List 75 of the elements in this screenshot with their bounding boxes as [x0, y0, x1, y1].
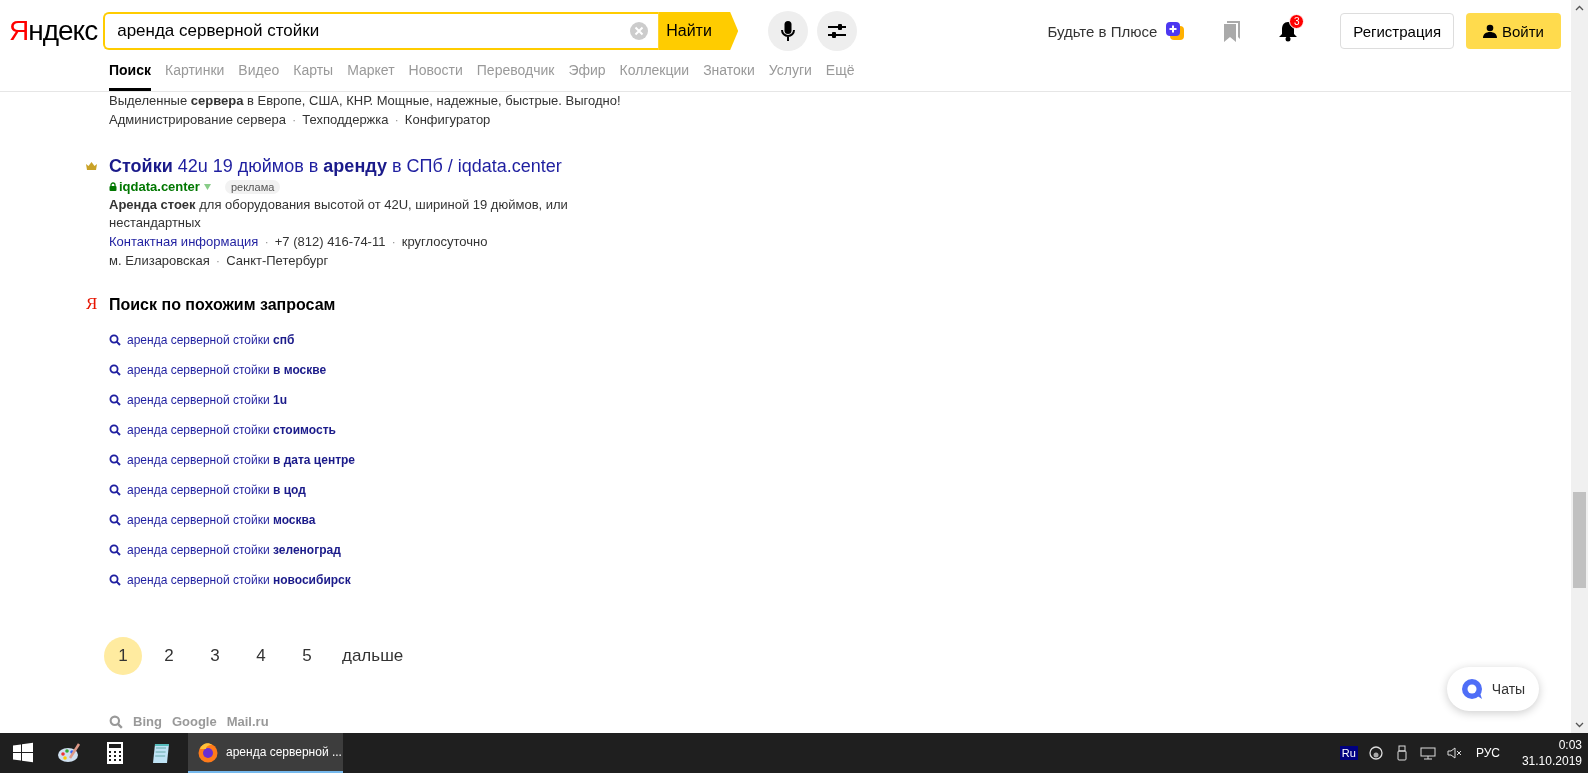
page-link[interactable]: 3 [196, 637, 234, 675]
contact-detail: +7 (812) 416-74-11 [274, 233, 386, 251]
microphone-button[interactable] [768, 11, 809, 51]
search-icon [109, 364, 121, 376]
address-text: м. Елизаровская [109, 252, 210, 270]
register-button[interactable]: Регистрация [1340, 13, 1454, 49]
yandex-icon: Я [86, 294, 98, 595]
search-icon [109, 334, 121, 346]
page-link[interactable]: 2 [150, 637, 188, 675]
related-query-link[interactable]: аренда серверной стойки спб [109, 325, 356, 355]
separator-dot: · [393, 111, 400, 129]
scrollbar-thumb[interactable] [1573, 492, 1586, 588]
input-language[interactable]: РУС [1475, 746, 1500, 760]
contact-info-link[interactable]: Контактная информация [109, 232, 259, 251]
separator-dot: · [291, 111, 298, 129]
result-title-link[interactable]: Стойки 42u 19 дюймов в аренду в СПб / iqdata.center [109, 155, 579, 177]
muted-speaker-icon[interactable] [1445, 745, 1462, 761]
lock-icon [109, 182, 117, 191]
search-icon [109, 544, 121, 556]
clock-time[interactable]: 0:03 [1558, 737, 1582, 753]
search-button[interactable]: Найти [658, 12, 739, 50]
related-query-link[interactable]: аренда серверной стойки зеленоград [109, 535, 356, 565]
search-icon [109, 394, 121, 406]
search-field[interactable]: аренда серверной стойки [103, 12, 659, 50]
ad-label: реклама [224, 179, 281, 194]
logo[interactable]: Яндекс [9, 14, 98, 48]
related-query-link[interactable]: аренда серверной стойки москва [109, 505, 356, 535]
page-link[interactable]: 5 [288, 637, 326, 675]
page-link[interactable]: 1 [104, 637, 142, 675]
network-icon[interactable] [1419, 745, 1436, 761]
language-indicator[interactable]: Ru [1339, 746, 1358, 760]
plus-icon[interactable] [1165, 21, 1186, 41]
separator-dot: · [390, 233, 397, 251]
login-button[interactable]: Войти [1466, 13, 1561, 49]
person-icon [1483, 24, 1497, 38]
palette-icon [57, 741, 81, 765]
related-query-link[interactable]: аренда серверной стойки 1u [109, 385, 356, 415]
search-icon [109, 714, 123, 729]
filter-button[interactable] [817, 11, 858, 51]
search-icon [109, 424, 121, 436]
sitelink[interactable]: Конфигуратор [404, 110, 491, 129]
sitelink[interactable]: Техподдержка [302, 110, 389, 129]
scrollbar[interactable] [1571, 0, 1588, 733]
clock-date[interactable]: 31.10.2019 [1521, 753, 1582, 769]
separator-dot: · [214, 252, 222, 270]
browser-icon [197, 741, 219, 763]
windows-start-icon [11, 741, 35, 765]
search-icon [109, 514, 121, 526]
contact-detail: круглосуточно [401, 233, 488, 251]
taskbar-window-button[interactable]: аренда серверной ... [188, 733, 343, 773]
page-link[interactable]: 4 [242, 637, 280, 675]
related-query-link[interactable]: аренда серверной стойки стоимость [109, 415, 356, 445]
result-snippet: Выделенные сервера в Европе, США, КНР. Мощные, надежные, быстрые. Выгодно! [109, 92, 621, 110]
search-icon [109, 484, 121, 496]
microphone-icon [781, 20, 796, 42]
address-text: Санкт-Петербург [226, 252, 329, 270]
next-page-link[interactable]: дальше [342, 646, 404, 666]
search-icon [109, 574, 121, 586]
related-query-link[interactable]: аренда серверной стойки в дата центре [109, 445, 356, 475]
chats-button[interactable]: Чаты [1447, 667, 1539, 711]
satellite-dish-icon[interactable] [1367, 745, 1384, 761]
sitelink[interactable]: Администрирование сервера [109, 110, 286, 129]
plus-promo-link[interactable]: Будьте в Плюсе [1047, 22, 1158, 40]
related-query-link[interactable]: аренда серверной стойки новосибирск [109, 565, 356, 595]
sliders-icon [827, 23, 848, 39]
search-icon [109, 454, 121, 466]
separator-dot: · [263, 233, 270, 251]
chat-bubble-icon [1460, 678, 1483, 700]
notification-count: 3 [1289, 14, 1305, 29]
crown-icon [86, 162, 97, 170]
related-query-link[interactable]: аренда серверной стойки в цод [109, 475, 356, 505]
nav-tab[interactable]: Поиск [109, 62, 151, 91]
result-domain-link[interactable]: iqdata.center [109, 179, 200, 194]
related-query-link[interactable]: аренда серверной стойки в москве [109, 355, 356, 385]
section-heading: Поиск по похожим запросам [109, 295, 337, 315]
